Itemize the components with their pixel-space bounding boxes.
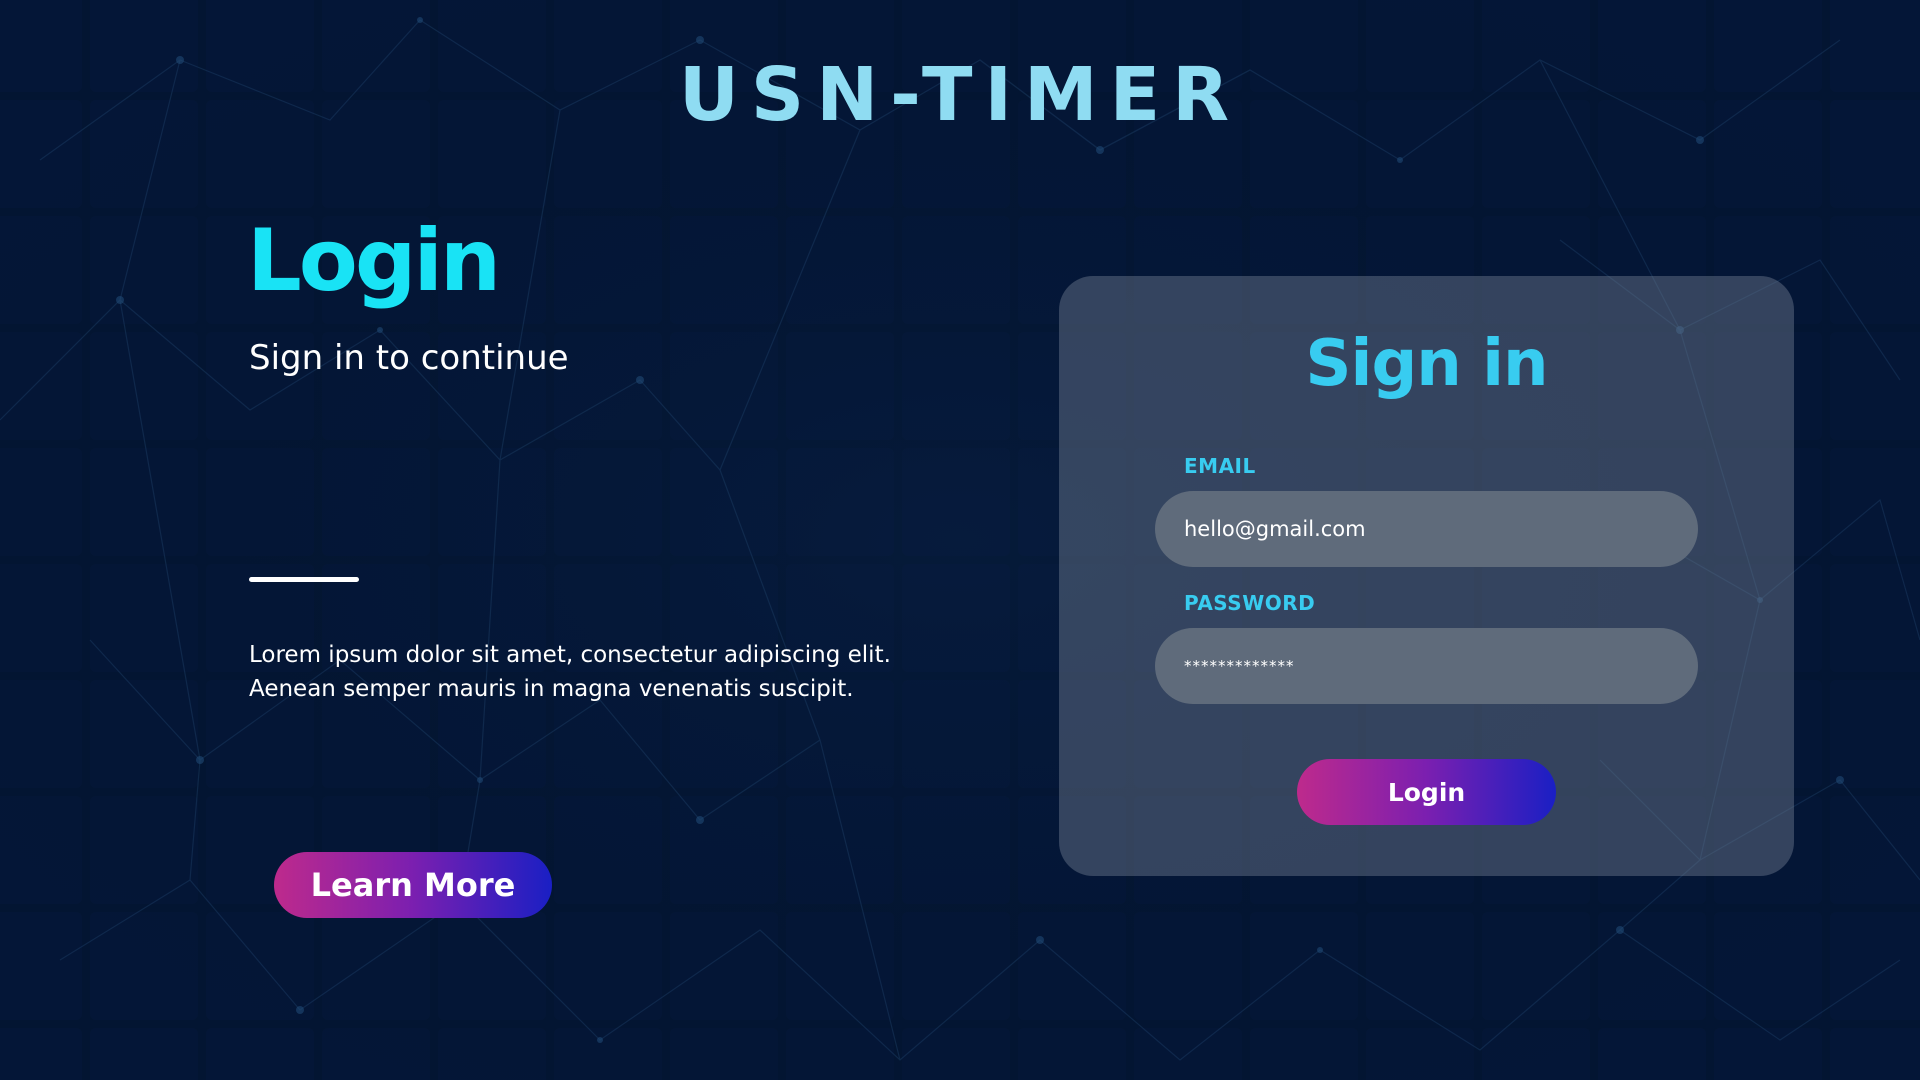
email-label: EMAIL (1184, 454, 1256, 478)
password-field[interactable] (1155, 628, 1698, 704)
description-line: Aenean semper mauris in magna venenatis … (249, 676, 854, 702)
signin-title: Sign in (1305, 327, 1548, 401)
password-label: PASSWORD (1184, 591, 1316, 615)
hero-description: Lorem ipsum dolor sit amet, consectetur … (249, 638, 949, 706)
signin-card: Sign in EMAIL PASSWORD Login (1059, 276, 1794, 876)
divider (249, 577, 359, 582)
learn-more-button[interactable]: Learn More (274, 852, 552, 918)
login-button[interactable]: Login (1297, 759, 1556, 825)
email-field[interactable] (1155, 491, 1698, 567)
brand-logo-text: USN-TIMER (678, 52, 1242, 138)
page-title: Login (247, 211, 501, 311)
page-subtitle: Sign in to continue (249, 338, 569, 378)
description-line: Lorem ipsum dolor sit amet, consectetur … (249, 642, 891, 668)
